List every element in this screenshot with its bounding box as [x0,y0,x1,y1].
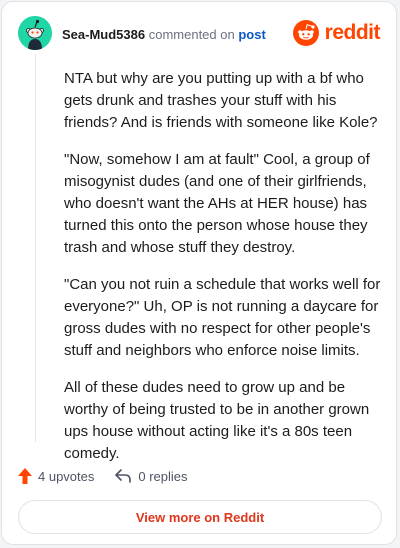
comment-paragraph: "Now, somehow I am at fault" Cool, a gro… [64,151,370,256]
upvote-arrow-icon [18,468,32,484]
comment-header: Sea-Mud5386 commented on post reddit [18,16,381,50]
comment-body: NTA but why are you putting up with a bf… [64,68,382,480]
reply-button[interactable]: 0 replies [114,468,188,484]
username-link[interactable]: Sea-Mud5386 [62,27,145,42]
reddit-logo-icon [292,20,319,46]
upvote-button[interactable]: 4 upvotes [18,468,94,484]
comment-actions: 4 upvotes 0 replies [18,467,188,485]
comment-embed-card: Sea-Mud5386 commented on post reddit NTA… [1,1,397,545]
comment-byline: Sea-Mud5386 commented on post [62,27,266,43]
comment-paragraph: All of these dudes need to grow up and b… [64,379,370,462]
view-more-button[interactable]: View more on Reddit [18,500,382,534]
snoo-avatar-icon[interactable] [18,16,52,50]
comment-paragraph: "Can you not ruin a schedule that works … [64,276,381,359]
reply-arrow-icon [115,469,132,483]
reply-count: 0 replies [138,468,188,484]
comment-paragraph: NTA but why are you putting up with a bf… [64,70,378,131]
reddit-logo[interactable]: reddit [292,20,381,46]
thread-line [35,54,36,442]
upvote-count: 4 upvotes [38,468,95,484]
commented-on-text: commented on [148,27,235,42]
reddit-wordmark: reddit [324,21,381,44]
post-link[interactable]: post [238,27,265,42]
